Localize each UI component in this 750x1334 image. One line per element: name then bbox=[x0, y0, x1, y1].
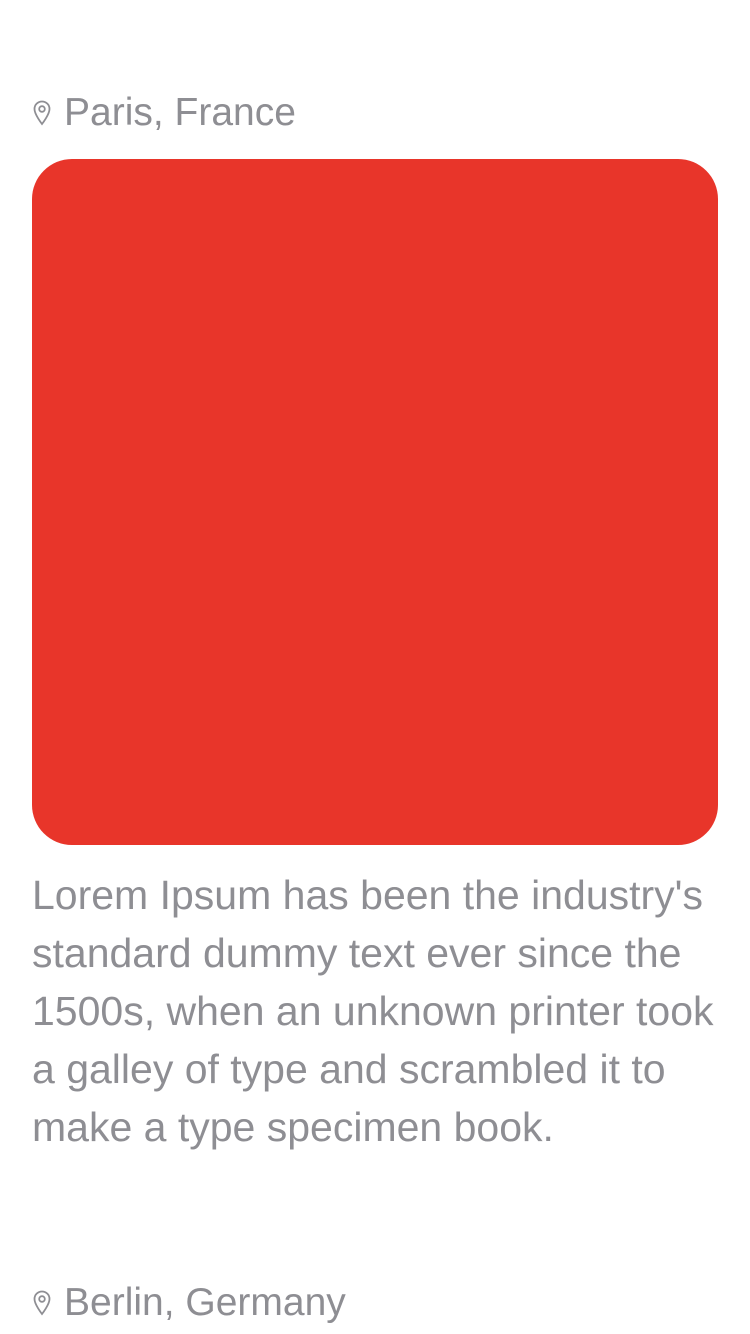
post-description: Lorem Ipsum has been the industry's stan… bbox=[32, 872, 714, 1150]
location-label: Paris, France bbox=[64, 91, 296, 134]
map-pin-icon bbox=[32, 98, 52, 128]
post-location[interactable]: Berlin, Germany bbox=[32, 1278, 346, 1328]
post-image[interactable] bbox=[32, 159, 718, 845]
map-pin-icon bbox=[32, 1288, 52, 1318]
post-location[interactable]: Paris, France bbox=[32, 88, 296, 138]
location-label: Berlin, Germany bbox=[64, 1281, 346, 1324]
